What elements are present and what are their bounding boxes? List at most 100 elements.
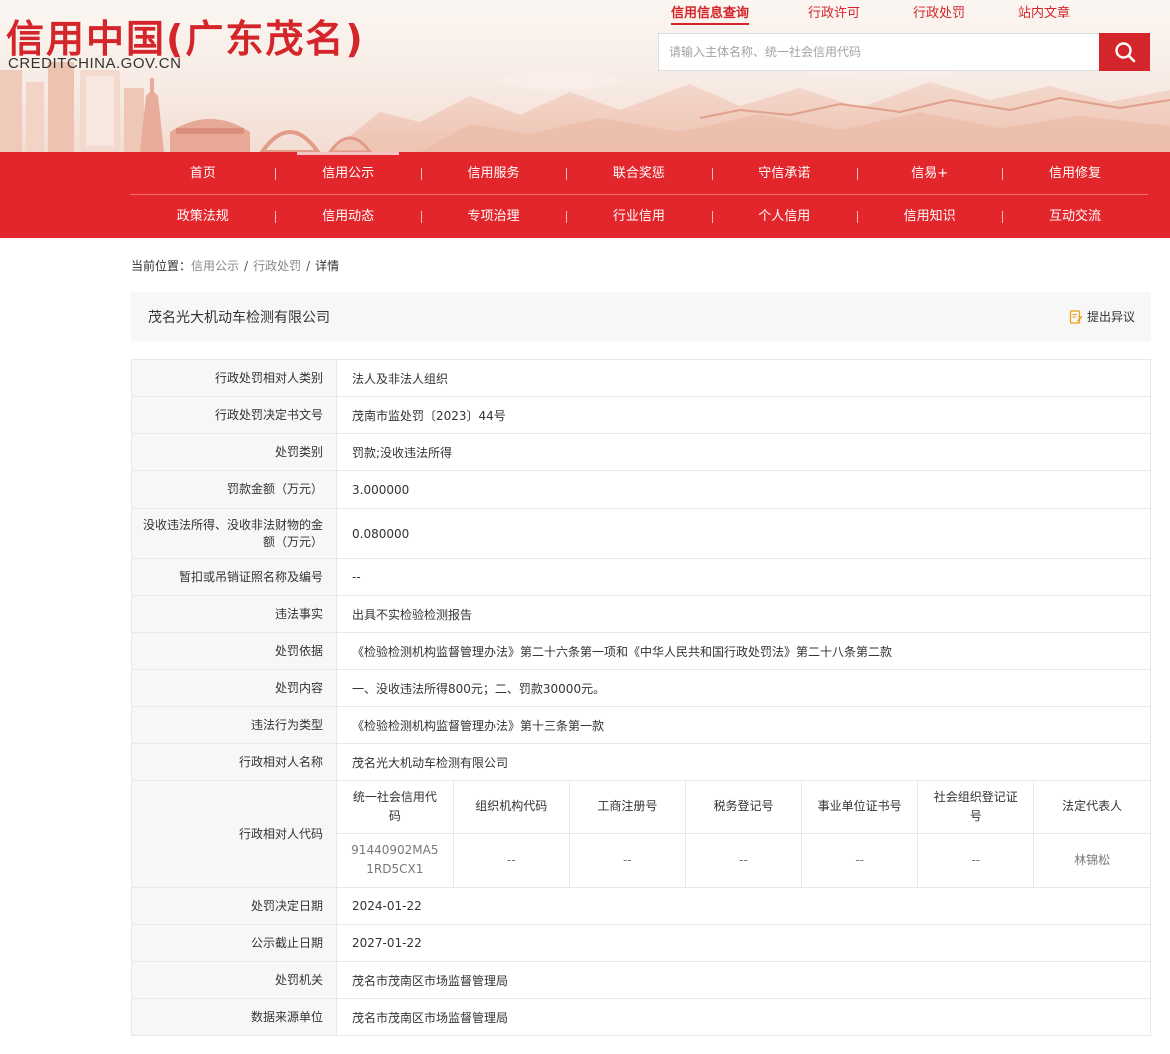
subtable-header: 税务登记号	[685, 781, 803, 834]
field-label: 行政处罚决定书文号	[131, 396, 337, 434]
nav-item-home[interactable]: 首页	[130, 152, 275, 195]
top-link-admin-penalty[interactable]: 行政处罚	[913, 2, 965, 21]
table-row: 处罚决定日期 2024-01-22	[131, 887, 1151, 925]
nav-row-2: 政策法规 信用动态 专项治理 行业信用 个人信用 信用知识 互动交流	[130, 195, 1148, 238]
nav-item-industry-credit[interactable]: 行业信用	[566, 195, 711, 238]
subtable-header: 组织机构代码	[453, 781, 570, 834]
breadcrumb-separator: /	[244, 259, 249, 273]
page-title: 茂名光大机动车检测有限公司	[148, 310, 330, 326]
field-value: 一、没收违法所得800元；二、罚款30000元。	[336, 669, 1151, 707]
field-label: 违法行为类型	[131, 706, 337, 744]
nav-item-special-governance[interactable]: 专项治理	[420, 195, 566, 238]
nav-item-credit-repair[interactable]: 信用修复	[1002, 152, 1147, 195]
nav-item-credit-disclosure[interactable]: 信用公示	[275, 152, 420, 195]
breadcrumb-admin-penalty[interactable]: 行政处罚	[253, 259, 301, 273]
nav-item-xinyi-plus[interactable]: 信易+	[856, 152, 1002, 195]
subtable-header: 社会组织登记证号	[917, 781, 1035, 834]
breadcrumb-current: 详情	[315, 259, 340, 273]
table-row: 公示截止日期 2027-01-22	[131, 924, 1151, 962]
table-row: 没收违法所得、没收非法财物的金额（万元） 0.080000	[131, 508, 1151, 559]
subtable-value: 91440902MA51RD5CX1	[337, 833, 454, 887]
field-value: 0.080000	[336, 508, 1151, 559]
top-link-credit-query[interactable]: 信用信息查询	[671, 2, 750, 25]
table-row: 行政相对人名称 茂名光大机动车检测有限公司	[131, 743, 1151, 781]
top-link-site-articles[interactable]: 站内文章	[1018, 2, 1070, 21]
field-label: 数据来源单位	[131, 998, 337, 1036]
table-row: 处罚内容 一、没收违法所得800元；二、罚款30000元。	[131, 669, 1151, 707]
field-label: 处罚机关	[131, 961, 337, 999]
nav-item-credit-knowledge[interactable]: 信用知识	[856, 195, 1002, 238]
detail-title-bar: 茂名光大机动车检测有限公司 提出异议	[131, 292, 1151, 341]
field-value: 茂南市监处罚〔2023〕44号	[336, 396, 1151, 434]
field-label: 行政相对人名称	[131, 743, 337, 781]
site-header: 信用中国(广东茂名) CREDITCHINA.GOV.CN 信用信息查询 行政许…	[0, 0, 1170, 152]
table-row: 处罚类别 罚款;没收违法所得	[131, 433, 1151, 471]
field-value: 《检验检测机构监督管理办法》第十三条第一款	[336, 706, 1151, 744]
nav-item-credit-commitment[interactable]: 守信承诺	[711, 152, 857, 195]
subtable-value: 林锦松	[1074, 852, 1111, 867]
top-link-admin-license[interactable]: 行政许可	[808, 2, 860, 21]
subtable-header: 统一社会信用代码	[337, 781, 454, 834]
nav-item-policy[interactable]: 政策法规	[130, 195, 275, 238]
field-value: 法人及非法人组织	[336, 359, 1151, 397]
search-icon	[1114, 42, 1135, 63]
field-label: 处罚依据	[131, 632, 337, 670]
field-label: 行政处罚相对人类别	[131, 359, 337, 397]
table-row: 处罚依据 《检验检测机构监督管理办法》第二十六条第一项和《中华人民共和国行政处罚…	[131, 632, 1151, 670]
nav-item-credit-service[interactable]: 信用服务	[420, 152, 566, 195]
table-row: 数据来源单位 茂名市茂南区市场监督管理局	[131, 998, 1151, 1036]
field-label: 行政相对人代码	[131, 780, 337, 888]
objection-button[interactable]: 提出异议	[1069, 308, 1135, 325]
main-nav: 首页 信用公示 信用服务 联合奖惩 守信承诺 信易+ 信用修复 政策法规 信用动…	[0, 152, 1170, 238]
nav-row-1: 首页 信用公示 信用服务 联合奖惩 守信承诺 信易+ 信用修复	[130, 152, 1148, 195]
nav-item-personal-credit[interactable]: 个人信用	[711, 195, 857, 238]
field-label: 处罚决定日期	[131, 887, 337, 925]
field-value: 茂名市茂南区市场监督管理局	[336, 961, 1151, 999]
field-label: 公示截止日期	[131, 924, 337, 962]
field-value: 2024-01-22	[336, 887, 1151, 925]
field-value: 《检验检测机构监督管理办法》第二十六条第一项和《中华人民共和国行政处罚法》第二十…	[336, 632, 1151, 670]
field-value: 3.000000	[336, 470, 1151, 509]
code-subtable: 统一社会信用代码 组织机构代码 工商注册号 税务登记号 事业单位证书号 社会组织…	[337, 781, 1150, 887]
field-value: 出具不实检验检测报告	[336, 595, 1151, 633]
field-label: 罚款金额（万元）	[131, 470, 337, 509]
field-label: 没收违法所得、没收非法财物的金额（万元）	[131, 508, 337, 559]
field-value: 茂名光大机动车检测有限公司	[336, 743, 1151, 781]
subtable-value: --	[685, 833, 803, 887]
field-label: 处罚类别	[131, 433, 337, 471]
breadcrumb-credit-disclosure[interactable]: 信用公示	[191, 259, 239, 273]
subtable-value: --	[917, 833, 1035, 887]
nav-item-joint-reward-punish[interactable]: 联合奖惩	[566, 152, 711, 195]
field-value: 2027-01-22	[336, 924, 1151, 962]
top-link-bar: 信用信息查询 行政许可 行政处罚 站内文章	[658, 2, 1150, 25]
table-row: 处罚机关 茂名市茂南区市场监督管理局	[131, 961, 1151, 999]
nav-item-interaction[interactable]: 互动交流	[1002, 195, 1147, 238]
subtable-value: --	[801, 833, 919, 887]
table-row: 行政处罚决定书文号 茂南市监处罚〔2023〕44号	[131, 396, 1151, 434]
subtable-value: --	[453, 833, 570, 887]
table-row: 违法行为类型 《检验检测机构监督管理办法》第十三条第一款	[131, 706, 1151, 744]
site-logo-url: CREDITCHINA.GOV.CN	[8, 55, 182, 72]
subtable-value-row: 91440902MA51RD5CX1 -- -- -- -- -- 林锦松	[337, 833, 1150, 887]
subtable-header: 法定代表人	[1033, 781, 1150, 834]
table-row: 罚款金额（万元） 3.000000	[131, 470, 1151, 509]
breadcrumb: 当前位置：信用公示 / 行政处罚 / 详情	[131, 257, 339, 274]
table-row: 暂扣或吊销证照名称及编号 --	[131, 558, 1151, 596]
breadcrumb-label: 当前位置：	[131, 259, 192, 273]
penalty-detail-table: 行政处罚相对人类别 法人及非法人组织 行政处罚决定书文号 茂南市监处罚〔2023…	[131, 359, 1151, 1036]
nav-item-credit-news[interactable]: 信用动态	[275, 195, 420, 238]
table-row: 违法事实 出具不实检验检测报告	[131, 595, 1151, 633]
field-value: 茂名市茂南区市场监督管理局	[336, 998, 1151, 1036]
search-input[interactable]	[658, 33, 1100, 71]
search-button[interactable]	[1099, 33, 1150, 71]
subtable-header: 工商注册号	[569, 781, 686, 834]
field-label: 违法事实	[131, 595, 337, 633]
table-row: 行政相对人代码 统一社会信用代码 组织机构代码 工商注册号 税务登记号 事业单位…	[131, 780, 1151, 888]
table-row: 行政处罚相对人类别 法人及非法人组织	[131, 359, 1151, 397]
field-value: --	[336, 558, 1151, 596]
code-subtable-cell: 统一社会信用代码 组织机构代码 工商注册号 税务登记号 事业单位证书号 社会组织…	[336, 780, 1151, 888]
field-label: 暂扣或吊销证照名称及编号	[131, 558, 337, 596]
subtable-value: --	[569, 833, 686, 887]
edit-document-icon	[1069, 309, 1083, 324]
breadcrumb-separator: /	[306, 259, 311, 273]
